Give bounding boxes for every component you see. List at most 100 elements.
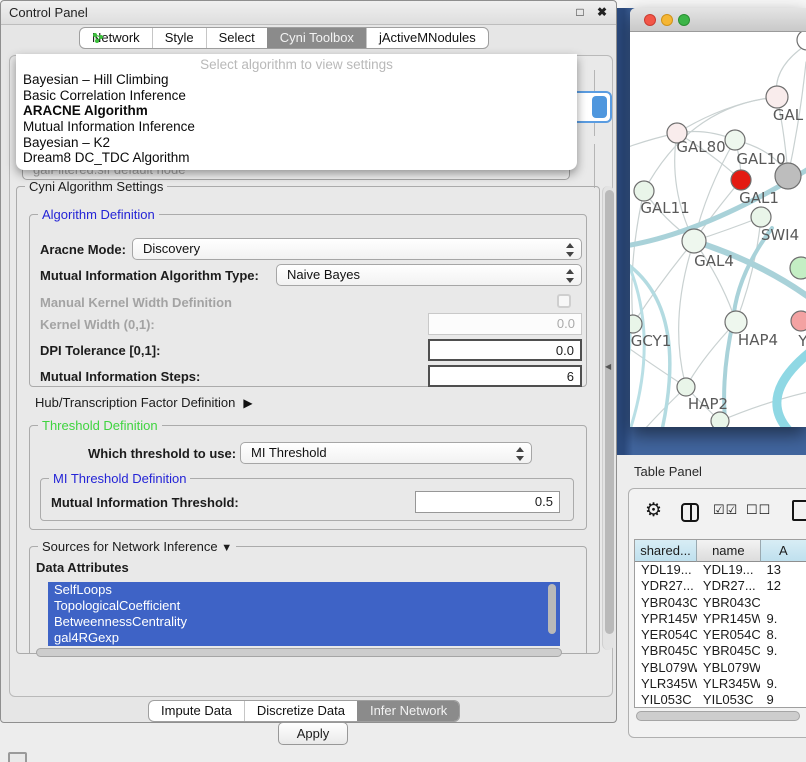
- algorithm-option-bayesian-k2[interactable]: Bayesian – K2: [16, 135, 577, 151]
- node-label-hap4: HAP4: [738, 331, 778, 349]
- unchecked-boxes-icon[interactable]: ☐☐: [746, 502, 771, 518]
- network-node-hap2[interactable]: [677, 378, 695, 396]
- attribute-item-gal4rgexp[interactable]: gal4RGexp: [48, 630, 560, 646]
- table-cell: [760, 595, 806, 611]
- which-threshold-label: Which threshold to use:: [88, 446, 236, 461]
- close-icon[interactable]: ✖: [593, 3, 611, 21]
- network-node-swi4[interactable]: [751, 207, 771, 227]
- list-vertical-scrollbar[interactable]: [548, 584, 556, 634]
- checked-boxes-icon[interactable]: ☑☑: [713, 502, 738, 518]
- sources-title-text: Sources for Network Inference: [42, 539, 218, 554]
- columns-icon[interactable]: [681, 503, 699, 522]
- close-traffic-light[interactable]: [644, 14, 656, 26]
- table-row[interactable]: YPR145WYPR145W9.: [635, 611, 806, 627]
- table-cell: YPR145W: [635, 611, 697, 627]
- mi-threshold-label: Mutual Information Threshold:: [51, 495, 239, 510]
- apply-button[interactable]: Apply: [278, 722, 348, 745]
- table-row[interactable]: YDL19...YDL19...13: [635, 562, 806, 578]
- attribute-item-topologicalcoefficient[interactable]: TopologicalCoefficient: [48, 598, 560, 614]
- algorithm-option-basic-correlation-inference[interactable]: Basic Correlation Inference: [16, 88, 577, 104]
- network-window-titlebar[interactable]: [630, 8, 806, 32]
- mi-threshold-field[interactable]: 0.5: [415, 491, 560, 513]
- table-cell: YER054C: [635, 627, 697, 643]
- network-edge[interactable]: [777, 352, 806, 427]
- tab-infer-network[interactable]: Infer Network: [357, 701, 459, 721]
- network-node[interactable]: [711, 412, 729, 427]
- minimize-traffic-light[interactable]: [661, 14, 673, 26]
- control-panel-title: Control Panel: [9, 1, 88, 24]
- tab-select[interactable]: Select: [206, 28, 267, 48]
- tab-cyni-toolbox[interactable]: Cyni Toolbox: [267, 28, 366, 48]
- algorithm-option-mutual-information-inference[interactable]: Mutual Information Inference: [16, 119, 577, 135]
- network-edge[interactable]: [720, 392, 806, 421]
- network-node-gal10[interactable]: [725, 130, 745, 150]
- network-node-gal[interactable]: [766, 86, 788, 108]
- dpi-tolerance-field[interactable]: 0.0: [428, 339, 582, 361]
- table-row[interactable]: YDR27...YDR27...12: [635, 578, 806, 594]
- zoom-traffic-light[interactable]: [678, 14, 690, 26]
- table-cell: YBR045C: [635, 643, 697, 659]
- algorithm-option-aracne-algorithm[interactable]: ARACNE Algorithm: [16, 103, 577, 119]
- table-cell: YBR043C: [635, 595, 697, 611]
- network-node-hap4[interactable]: [725, 311, 747, 333]
- network-node-y[interactable]: [791, 311, 806, 331]
- table-row[interactable]: YBL079WYBL079W: [635, 660, 806, 676]
- which-threshold-combo[interactable]: MI Threshold: [240, 442, 532, 464]
- bottom-left-resize-button[interactable]: [8, 752, 27, 762]
- tab-network[interactable]: Network: [80, 28, 152, 48]
- network-edge[interactable]: [677, 97, 777, 133]
- network-node-gal4[interactable]: [682, 229, 706, 253]
- network-canvas[interactable]: GALGAL80GAL10GAL1GAL11SWI4GAL4GCY1HAP4YH…: [630, 32, 806, 427]
- attribute-item-betweennesscentrality[interactable]: BetweennessCentrality: [48, 614, 560, 630]
- table-header-row: shared...nameA: [635, 540, 806, 562]
- node-label-gal80: GAL80: [676, 138, 725, 156]
- mi-steps-field[interactable]: 6: [428, 365, 582, 387]
- algorithm-option-bayesian-hill-climbing[interactable]: Bayesian – Hill Climbing: [16, 72, 577, 88]
- column-header-a[interactable]: A: [761, 540, 806, 562]
- algorithm-definition-group: Algorithm Definition Aracne Mode: Discov…: [29, 214, 587, 387]
- dropdown-placeholder: Select algorithm to view settings: [16, 57, 577, 72]
- tab-jactivemnodules[interactable]: jActiveMNodules: [366, 28, 488, 48]
- network-node-gcy1[interactable]: [630, 315, 642, 333]
- tab-impute-data[interactable]: Impute Data: [149, 701, 244, 721]
- table-cell: YDL19...: [697, 562, 761, 578]
- manual-kernel-checkbox[interactable]: [557, 294, 571, 308]
- gear-icon[interactable]: ⚙: [645, 499, 662, 522]
- table-row[interactable]: YER054CYER054C8.: [635, 627, 806, 643]
- mi-type-combo[interactable]: Naive Bayes: [276, 264, 582, 286]
- aracne-mode-combo[interactable]: Discovery: [132, 238, 582, 260]
- table-row[interactable]: YBR045CYBR045C9.: [635, 643, 806, 659]
- kernel-width-field[interactable]: 0.0: [428, 313, 582, 335]
- network-node-gal11[interactable]: [634, 181, 654, 201]
- network-edge[interactable]: [679, 241, 694, 387]
- float-window-icon[interactable]: □: [571, 3, 589, 21]
- table-row[interactable]: YLR345WYLR345W9.: [635, 676, 806, 692]
- table-row[interactable]: YBR043CYBR043C: [635, 595, 806, 611]
- settings-scrollbar-thumb[interactable]: [605, 190, 614, 634]
- table-cell: 9.: [760, 643, 806, 659]
- column-header-name[interactable]: name: [697, 540, 761, 562]
- document-icon[interactable]: [792, 500, 806, 521]
- mi-threshold-group: MI Threshold Definition Mutual Informati…: [40, 478, 574, 521]
- sources-group-title[interactable]: Sources for Network Inference ▼: [38, 540, 236, 555]
- table-cell: 8.: [760, 627, 806, 643]
- table-row[interactable]: YIL053CYIL053C9: [635, 692, 806, 708]
- algorithm-option-dream8-dc-tdc-algorithm[interactable]: Dream8 DC_TDC Algorithm: [16, 150, 577, 166]
- tab-label: Discretize Data: [257, 701, 345, 721]
- tab-discretize-data[interactable]: Discretize Data: [244, 701, 357, 721]
- column-header-shared[interactable]: shared...: [635, 540, 697, 562]
- manual-kernel-label: Manual Kernel Width Definition: [40, 295, 232, 310]
- control-panel-titlebar[interactable]: Control Panel □ ✖: [1, 1, 616, 25]
- data-attributes-list[interactable]: SelfLoopsTopologicalCoefficientBetweenne…: [48, 582, 560, 646]
- table-horizontal-scrollbar[interactable]: [636, 711, 800, 721]
- mi-type-value: Naive Bayes: [287, 267, 360, 282]
- settings-horizontal-scrollbar[interactable]: [36, 648, 562, 657]
- attribute-item-selfloops[interactable]: SelfLoops: [48, 582, 560, 598]
- split-pane-collapse-icon[interactable]: ◀: [605, 362, 611, 371]
- hub-definition-expander[interactable]: Hub/Transcription Factor Definition▶: [35, 395, 253, 410]
- network-node[interactable]: [797, 32, 806, 50]
- network-node[interactable]: [790, 257, 806, 279]
- tab-style[interactable]: Style: [152, 28, 206, 48]
- settings-scrollbar-track[interactable]: [602, 186, 614, 650]
- network-node-gal1[interactable]: [731, 170, 751, 190]
